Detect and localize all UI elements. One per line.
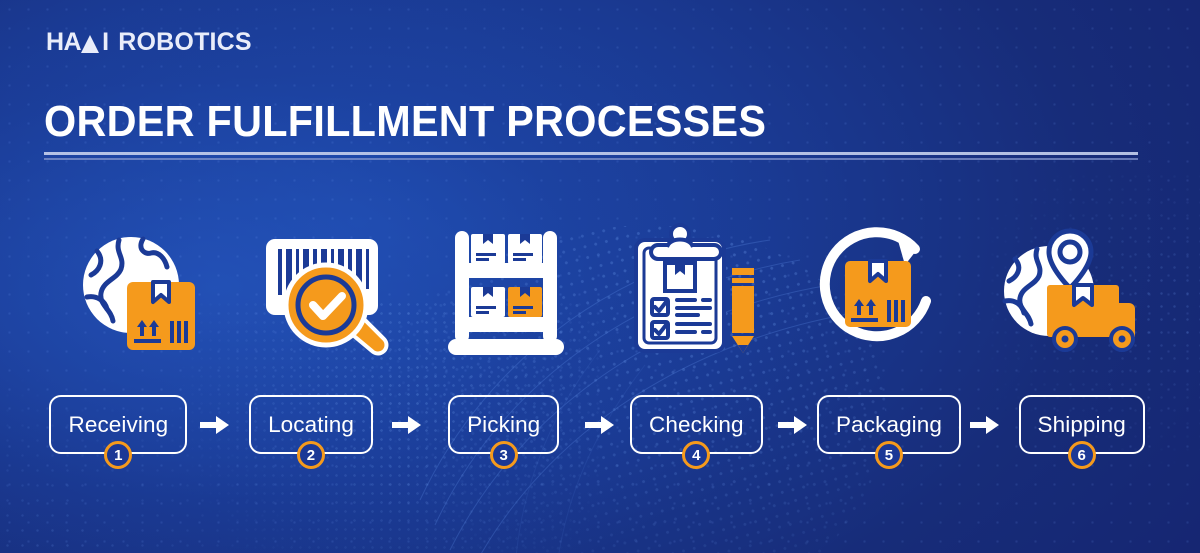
step-connector-arrow-3 xyxy=(578,415,622,435)
pencil xyxy=(731,268,754,353)
arrow-right-icon xyxy=(199,415,229,434)
step-chip[interactable]: Packaging 5 xyxy=(817,395,962,469)
title-divider-secondary xyxy=(44,158,1138,160)
package-circular-arrow-icon xyxy=(819,227,931,342)
step-label: Packaging xyxy=(836,411,943,437)
delivery-truck xyxy=(1046,283,1135,352)
page-title: ORDER FULFILLMENT PROCESSES xyxy=(44,97,767,146)
shelf-box xyxy=(471,234,506,264)
step-number-badge: 2 xyxy=(297,441,325,469)
step-label: Checking xyxy=(649,411,744,437)
process-step-checking[interactable]: Checking 4 xyxy=(622,395,771,469)
step-number-badge: 1 xyxy=(104,441,133,469)
globe-pin-delivery-truck-icon xyxy=(1002,228,1135,352)
process-step-picking[interactable]: Picking 3 xyxy=(429,395,578,469)
step-chip[interactable]: Receiving 1 xyxy=(49,395,188,469)
step-connector-arrow-2 xyxy=(385,415,429,435)
step-connector-arrow-5 xyxy=(963,415,1007,435)
step-label: Receiving xyxy=(68,411,169,437)
process-icon-cell xyxy=(229,208,414,363)
process-icon-cell xyxy=(600,208,785,363)
warehouse-shelf-boxes-icon xyxy=(448,231,565,355)
brand-logo-text-part1: HA xyxy=(46,28,82,56)
shelf-box xyxy=(508,234,543,264)
barcode-magnifier-check-icon xyxy=(265,239,389,356)
process-step-shipping[interactable]: Shipping 6 xyxy=(1007,395,1156,469)
step-number-badge: 3 xyxy=(489,441,518,469)
arrow-right-icon xyxy=(392,415,422,434)
shelf-box xyxy=(471,287,506,317)
arrow-right-icon xyxy=(777,415,807,434)
package-box xyxy=(126,280,195,350)
step-chip[interactable]: Locating 2 xyxy=(249,395,373,469)
triangle-a-glyph-icon xyxy=(81,34,100,53)
process-step-packaging[interactable]: Packaging 5 xyxy=(815,395,964,469)
process-icon-cell xyxy=(971,208,1156,363)
process-step-row: Receiving 1 Locating 2 Picking 3 Checkin… xyxy=(44,392,1156,469)
step-number-badge: 4 xyxy=(682,441,711,469)
title-divider-primary xyxy=(44,152,1138,155)
clipboard-checklist-pencil-icon xyxy=(633,223,754,353)
process-icon-row xyxy=(44,208,1156,363)
step-chip[interactable]: Checking 4 xyxy=(630,395,763,469)
shelf-box-highlighted xyxy=(508,287,543,317)
step-connector-arrow-1 xyxy=(193,415,237,435)
brand-logo-text-part3: ROBOTICS xyxy=(118,28,252,56)
step-chip[interactable]: Shipping 6 xyxy=(1018,395,1145,469)
step-label: Picking xyxy=(467,411,541,437)
arrow-right-icon xyxy=(585,415,615,434)
step-number-badge: 6 xyxy=(1067,441,1096,469)
brand-logo-text-part2: I xyxy=(102,28,110,56)
process-step-receiving[interactable]: Receiving 1 xyxy=(44,395,193,469)
step-label: Locating xyxy=(268,411,354,437)
step-chip[interactable]: Picking 3 xyxy=(448,395,560,469)
step-connector-arrow-4 xyxy=(771,415,815,435)
step-label: Shipping xyxy=(1037,411,1126,437)
process-icon-cell xyxy=(44,208,229,363)
arrow-right-icon xyxy=(970,415,1000,434)
process-icon-cell xyxy=(415,208,600,363)
process-icon-cell xyxy=(785,208,970,363)
step-number-badge: 5 xyxy=(875,441,904,469)
package-box xyxy=(844,259,911,327)
globe-with-package-icon xyxy=(82,236,195,350)
process-step-locating[interactable]: Locating 2 xyxy=(237,395,386,469)
infographic-canvas: HA I ROBOTICS ORDER FULFILLMENT PROCESSE… xyxy=(0,0,1200,553)
brand-logo: HA I ROBOTICS xyxy=(46,28,252,57)
